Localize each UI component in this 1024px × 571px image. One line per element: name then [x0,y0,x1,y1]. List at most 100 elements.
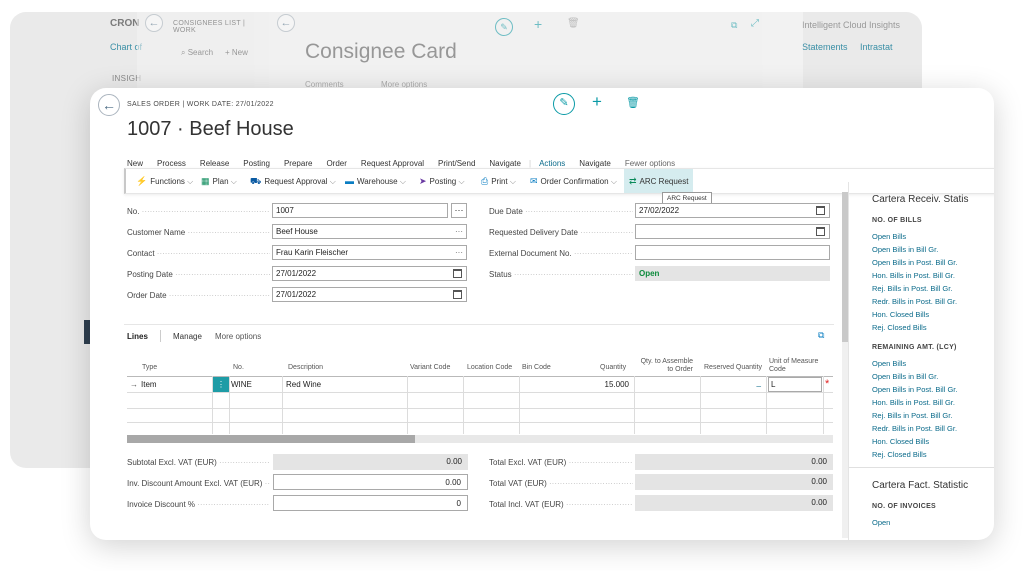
factbox-link[interactable]: Open [872,516,994,529]
customer-name-field[interactable]: Beef House ··· [272,224,467,239]
tab-manage[interactable]: Manage [173,332,202,341]
factbox-link[interactable]: Open Bills [872,357,994,370]
required-asterisk-icon: * [825,378,830,390]
external-document-no-field[interactable] [635,245,830,260]
functions-button[interactable]: ⚡ Functions ⌵ [136,169,193,193]
posting-date-field[interactable]: 27/01/2022 [272,266,467,281]
contact-value: Frau Karin Fleischer [276,248,349,257]
calendar-icon[interactable] [816,206,825,215]
total-excl-vat-label: Total Excl. VAT (EUR) [489,458,633,467]
factbox-link[interactable]: Open Bills in Post. Bill Gr. [872,383,994,396]
factbox-link[interactable]: Hon. Closed Bills [872,308,994,321]
row-menu-button[interactable]: ⋮ [213,377,229,392]
no-field[interactable]: 1007 [272,203,448,218]
menu-request-approval[interactable]: Request Approval [361,159,424,168]
table-row-uom[interactable]: L [768,377,822,392]
edit-icon[interactable]: ✎ [495,18,513,36]
calendar-icon[interactable] [816,227,825,236]
inv-discount-amount-field[interactable]: 0.00 [273,474,468,490]
calendar-icon[interactable] [453,290,462,299]
grid-col-line [519,376,520,434]
factbox-link[interactable]: Open Bills in Bill Gr. [872,370,994,383]
customer-name-value: Beef House [276,227,318,236]
back-arrow-icon[interactable]: ← [277,14,295,32]
expand-icon[interactable]: ⤢ [751,18,759,29]
factbox-link[interactable]: Open Bills in Bill Gr. [872,243,994,256]
delete-icon[interactable]: 🗑 [626,96,640,109]
menu-navigate-2[interactable]: Navigate [579,159,611,168]
delete-icon[interactable]: 🗑 [567,18,580,29]
lookup-icon[interactable]: ··· [455,246,463,259]
grid-row-line [127,422,833,423]
print-button[interactable]: ⎙ Print ⌵ [481,169,516,193]
col-type: Type [142,364,158,371]
menu-navigate[interactable]: Navigate [489,159,521,168]
menu-posting[interactable]: Posting [243,159,270,168]
table-row-reserved[interactable]: _ [707,378,761,387]
bg-breadcrumb: CONSIGNEES LIST | WORK [173,20,246,34]
back-arrow-icon[interactable]: ← [145,14,163,32]
popout-icon[interactable]: ⧉ [731,20,737,31]
factbox-link[interactable]: Open Bills in Post. Bill Gr. [872,256,994,269]
factbox-link[interactable]: Hon. Bills in Post. Bill Gr. [872,396,994,409]
chevron-down-icon: ⌵ [329,177,336,186]
order-confirmation-button[interactable]: ✉ Order Confirmation ⌵ [530,169,617,193]
plus-icon[interactable]: + [534,16,542,32]
plan-button[interactable]: ▦ Plan ⌵ [201,169,237,193]
due-date-field[interactable]: 27/02/2022 [635,203,830,218]
bg-right-link-2[interactable]: Intrastat [860,42,893,52]
menu-print-send[interactable]: Print/Send [438,159,475,168]
table-row-quantity[interactable]: 15.000 [567,380,629,389]
due-date-label: Due Date [489,207,633,216]
bg-new[interactable]: + New [225,48,248,57]
expand-lines-icon[interactable]: ⧉ [818,330,824,341]
total-incl-vat-value: 0.00 [635,495,833,511]
menu-new[interactable]: New [127,159,143,168]
warehouse-button[interactable]: ▬ Warehouse ⌵ [345,169,406,193]
lookup-icon[interactable]: ··· [455,225,463,238]
tab-lines[interactable]: Lines [127,332,148,341]
table-row-no[interactable]: WINE [231,380,252,389]
edit-icon[interactable]: ✎ [553,93,575,115]
factbox-link[interactable]: Rej. Closed Bills [872,321,994,334]
factbox-link[interactable]: Hon. Bills in Post. Bill Gr. [872,269,994,282]
bg-right-link-1[interactable]: Statements [802,42,848,52]
add-icon[interactable]: + [592,92,602,112]
plus-icon: + [225,48,232,57]
bg-card-title: Consignee Card [305,40,457,63]
tab-more-options[interactable]: More options [215,332,261,341]
calendar-icon[interactable] [453,269,462,278]
table-row-type[interactable]: Item [141,380,157,389]
posting-button[interactable]: ➤ Posting ⌵ [419,169,465,193]
menu-prepare[interactable]: Prepare [284,159,312,168]
back-arrow-icon[interactable]: ← [98,94,120,116]
contact-field[interactable]: Frau Karin Fleischer ··· [272,245,467,260]
factbox-link[interactable]: Hon. Closed Bills [872,435,994,448]
menu-release[interactable]: Release [200,159,229,168]
requested-delivery-date-field[interactable] [635,224,830,239]
invoice-discount-pct-field[interactable]: 0 [273,495,468,511]
factbox-title-invoices: Cartera Fact. Statistic [872,480,969,491]
horizontal-scrollbar-thumb[interactable] [127,435,415,443]
menu-process[interactable]: Process [157,159,186,168]
arc-request-button[interactable]: ⇄ ARC Request [624,169,694,193]
due-date-value: 27/02/2022 [639,206,680,215]
factbox-link[interactable]: Redr. Bills in Post. Bill Gr. [872,422,994,435]
factbox-link[interactable]: Open Bills [872,230,994,243]
bg-search[interactable]: ⌕ Search [181,48,213,58]
request-approval-button[interactable]: ⛟ Request Approval ⌵ [250,169,336,193]
col-quantity: Quantity [600,364,627,371]
factbox-link[interactable]: Redr. Bills in Post. Bill Gr. [872,295,994,308]
factbox-link[interactable]: Rej. Bills in Post. Bill Gr. [872,409,994,422]
grid-col-line [766,376,767,434]
menu-order[interactable]: Order [326,159,346,168]
order-date-field[interactable]: 27/01/2022 [272,287,467,302]
factbox-link[interactable]: Rej. Bills in Post. Bill Gr. [872,282,994,295]
factbox-subheading-invoices: NO. OF INVOICES [872,503,937,510]
row-selected-arrow-icon: → [130,380,138,389]
assist-edit-button[interactable]: ··· [451,203,467,218]
table-row-description[interactable]: Red Wine [286,380,321,389]
grid-col-line [407,376,408,434]
factbox-link[interactable]: Rej. Closed Bills [872,448,994,461]
menu-fewer-options[interactable]: Fewer options [625,159,675,168]
